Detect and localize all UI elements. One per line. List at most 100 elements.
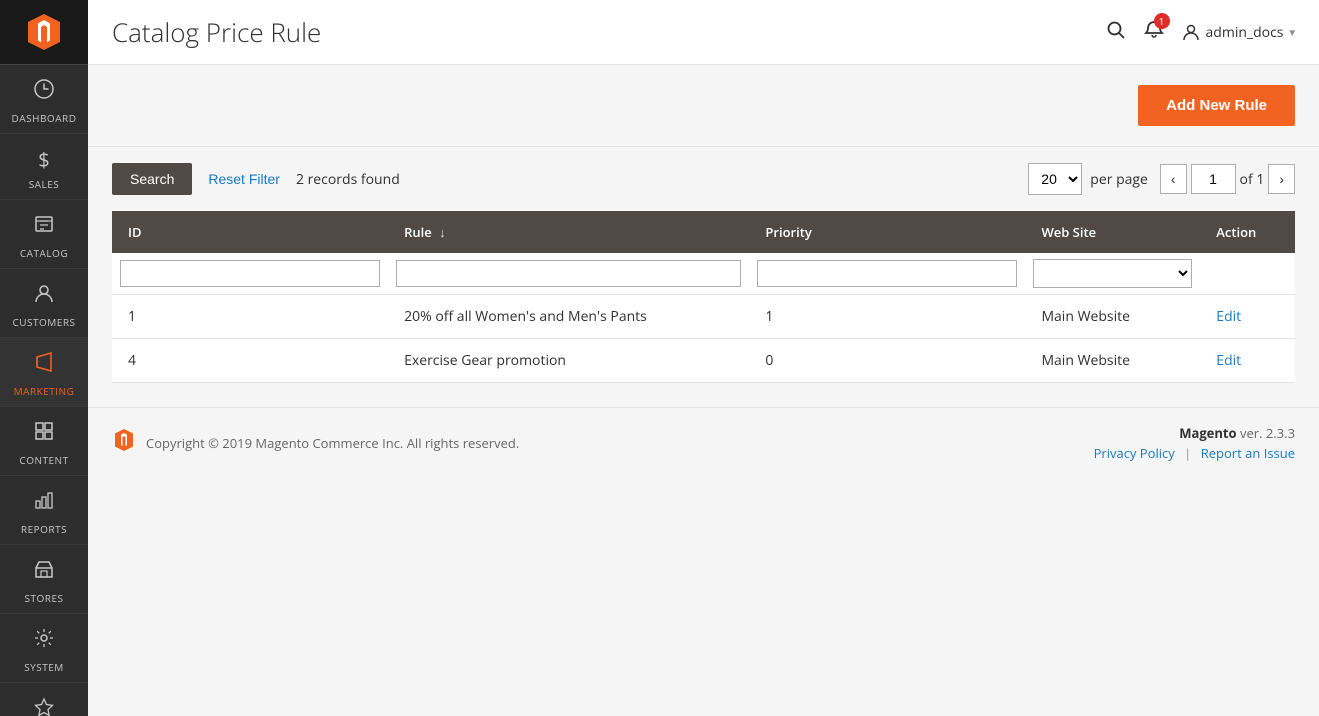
- sidebar-item-customers-label: CUSTOMERS: [12, 315, 75, 329]
- sidebar-logo: [0, 0, 88, 65]
- user-chevron-icon: ▾: [1289, 25, 1295, 40]
- reports-icon: [33, 488, 55, 518]
- customers-icon: [33, 281, 55, 311]
- reset-filter-button[interactable]: Reset Filter: [204, 163, 284, 195]
- sidebar-item-system[interactable]: SYSTEM: [0, 614, 88, 683]
- per-page-group: 20 30 50 per page: [1028, 163, 1148, 195]
- add-new-rule-button[interactable]: Add New Rule: [1138, 85, 1295, 126]
- sidebar-item-sales[interactable]: $ SALES: [0, 134, 88, 200]
- catalog-price-rules-table: ID Rule ↓ Priority Web Site Action: [112, 211, 1295, 383]
- cell-priority-1: 1: [749, 295, 1025, 339]
- report-issue-link[interactable]: Report an Issue: [1201, 444, 1295, 462]
- sidebar-item-dashboard-label: DASHBOARD: [12, 111, 77, 125]
- page-of: of 1: [1240, 170, 1265, 189]
- sidebar-item-system-label: SYSTEM: [24, 660, 64, 674]
- dashboard-icon: [33, 77, 55, 107]
- filter-website-select[interactable]: Main Website: [1033, 259, 1192, 288]
- search-button[interactable]: Search: [112, 163, 192, 195]
- footer-copyright: Copyright © 2019 Magento Commerce Inc. A…: [146, 434, 519, 452]
- partners-icon: [33, 695, 55, 716]
- sidebar-item-stores-label: STORES: [25, 591, 64, 605]
- footer-version: ver. 2.3.3: [1240, 424, 1295, 442]
- footer-brand: Magento: [1179, 424, 1236, 442]
- edit-link-1[interactable]: Edit: [1216, 307, 1241, 326]
- page-title: Catalog Price Rule: [112, 14, 321, 50]
- col-website: Web Site: [1025, 211, 1200, 253]
- sidebar-item-catalog-label: CATALOG: [20, 246, 68, 260]
- search-button[interactable]: [1106, 19, 1126, 46]
- marketing-icon: [33, 350, 55, 380]
- action-bar: Add New Rule: [88, 65, 1319, 147]
- topbar: Catalog Price Rule 1 adm: [88, 0, 1319, 65]
- footer-right: Magento ver. 2.3.3 Privacy Policy | Repo…: [1094, 424, 1295, 462]
- sidebar-item-sales-label: SALES: [29, 177, 60, 191]
- next-page-button[interactable]: ›: [1268, 164, 1295, 194]
- filter-id-cell: [112, 253, 388, 295]
- edit-link-2[interactable]: Edit: [1216, 351, 1241, 370]
- per-page-label: per page: [1090, 170, 1148, 189]
- cell-rule-2: Exercise Gear promotion: [388, 339, 749, 383]
- cell-website-2: Main Website: [1025, 339, 1200, 383]
- topbar-right: 1 admin_docs ▾: [1106, 19, 1295, 46]
- privacy-policy-link[interactable]: Privacy Policy: [1094, 444, 1175, 462]
- filter-rule-input[interactable]: [396, 260, 741, 287]
- sidebar-item-marketing[interactable]: MARKETING: [0, 338, 88, 407]
- records-found: 2 records found: [296, 170, 400, 189]
- content-icon: [33, 419, 55, 449]
- sales-icon: $: [38, 146, 49, 173]
- catalog-icon: [33, 212, 55, 242]
- filter-row: Main Website: [112, 253, 1295, 295]
- table-row: 1 20% off all Women's and Men's Pants 1 …: [112, 295, 1295, 339]
- table-row: 4 Exercise Gear promotion 0 Main Website…: [112, 339, 1295, 383]
- footer-version-line: Magento ver. 2.3.3: [1094, 424, 1295, 442]
- footer-left: Copyright © 2019 Magento Commerce Inc. A…: [112, 428, 519, 458]
- cell-priority-2: 0: [749, 339, 1025, 383]
- sidebar-item-reports-label: REPORTS: [21, 522, 67, 536]
- sort-icon: ↓: [439, 223, 446, 241]
- main-content: Catalog Price Rule 1 adm: [88, 0, 1319, 716]
- prev-page-button[interactable]: ‹: [1160, 164, 1187, 194]
- cell-action-1: Edit: [1200, 295, 1295, 339]
- cell-website-1: Main Website: [1025, 295, 1200, 339]
- grid-wrap: ID Rule ↓ Priority Web Site Action: [88, 211, 1319, 407]
- cell-id-2: 4: [112, 339, 388, 383]
- content-area: Add New Rule Search Reset Filter 2 recor…: [88, 65, 1319, 716]
- footer: Copyright © 2019 Magento Commerce Inc. A…: [88, 407, 1319, 478]
- footer-separator: |: [1184, 444, 1191, 462]
- sidebar-item-dashboard[interactable]: DASHBOARD: [0, 65, 88, 134]
- filter-website-cell: Main Website: [1025, 253, 1200, 295]
- col-action: Action: [1200, 211, 1295, 253]
- cell-id-1: 1: [112, 295, 388, 339]
- notification-button[interactable]: 1: [1144, 19, 1164, 46]
- sidebar-item-reports[interactable]: REPORTS: [0, 476, 88, 545]
- sidebar-item-marketing-label: MARKETING: [14, 384, 75, 398]
- filter-rule-cell: [388, 253, 749, 295]
- grid-controls: Search Reset Filter 2 records found 20 3…: [88, 147, 1319, 211]
- per-page-select[interactable]: 20 30 50: [1028, 163, 1082, 195]
- sidebar-item-catalog[interactable]: CATALOG: [0, 200, 88, 269]
- system-icon: [33, 626, 55, 656]
- filter-priority-cell: [749, 253, 1025, 295]
- cell-rule-1: 20% off all Women's and Men's Pants: [388, 295, 749, 339]
- sidebar: DASHBOARD $ SALES CATALOG CUSTOMERS: [0, 0, 88, 716]
- sidebar-item-customers[interactable]: CUSTOMERS: [0, 269, 88, 338]
- sidebar-item-partners[interactable]: FIND PARTNERS& EXTENSIONS: [0, 683, 88, 716]
- sidebar-item-content[interactable]: CONTENT: [0, 407, 88, 476]
- notification-badge: 1: [1154, 13, 1170, 29]
- footer-links: Privacy Policy | Report an Issue: [1094, 444, 1295, 462]
- user-menu[interactable]: admin_docs ▾: [1182, 23, 1295, 42]
- col-rule[interactable]: Rule ↓: [388, 211, 749, 253]
- col-priority: Priority: [749, 211, 1025, 253]
- col-id: ID: [112, 211, 388, 253]
- filter-id-input[interactable]: [120, 260, 380, 287]
- footer-logo-icon: [112, 428, 136, 458]
- cell-action-2: Edit: [1200, 339, 1295, 383]
- user-name: admin_docs: [1206, 23, 1284, 42]
- sidebar-item-content-label: CONTENT: [19, 453, 68, 467]
- filter-priority-input[interactable]: [757, 260, 1017, 287]
- filter-action-cell: [1200, 253, 1295, 295]
- page-input[interactable]: [1191, 164, 1236, 194]
- pagination: ‹ of 1 ›: [1160, 164, 1295, 194]
- table-header-row: ID Rule ↓ Priority Web Site Action: [112, 211, 1295, 253]
- sidebar-item-stores[interactable]: STORES: [0, 545, 88, 614]
